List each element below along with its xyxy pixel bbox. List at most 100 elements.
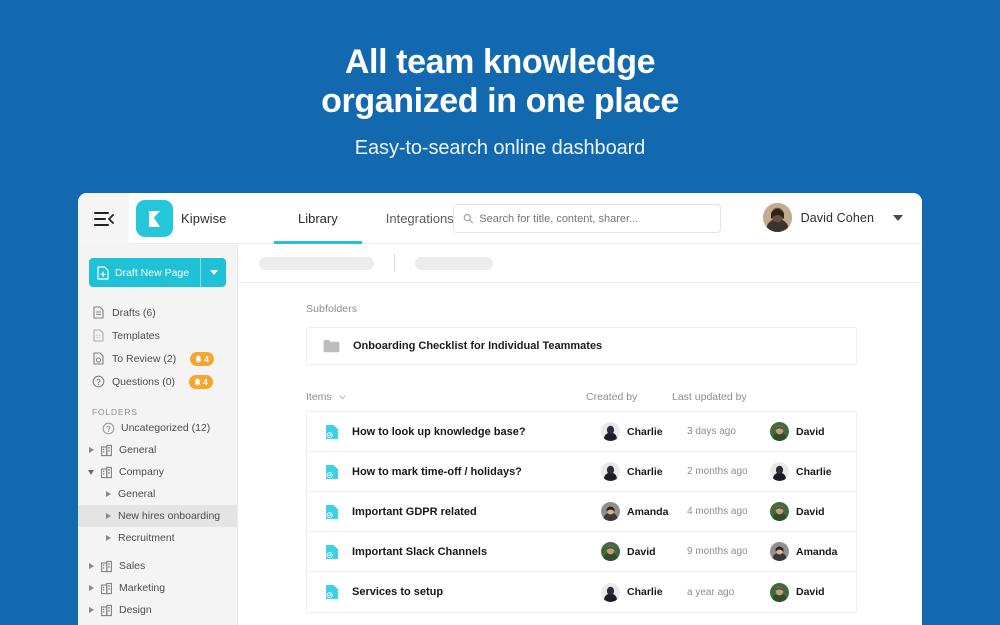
row-title: Important GDPR related (352, 505, 477, 518)
row-updated-by-name: Charlie (796, 465, 832, 478)
row-title: Services to setup (352, 586, 444, 598)
column-items-label: Items (306, 391, 332, 403)
row-created-by: Charlie (601, 582, 687, 602)
sidebar-folder-sales[interactable]: Sales (78, 555, 237, 577)
avatar (762, 203, 792, 232)
table-row[interactable]: Important Slack Channels David 9 months … (307, 532, 856, 572)
sidebar-folder-uncategorized[interactable]: Uncategorized (12) (78, 417, 237, 439)
row-updated-when: 9 months ago (687, 546, 748, 557)
hero-title: All team knowledge organized in one plac… (0, 0, 1000, 121)
kipwise-logo-icon[interactable] (136, 200, 173, 237)
app-topbar: Kipwise Library Integrations Search for … (78, 193, 922, 244)
sidebar-item-drafts[interactable]: Drafts (6) (78, 301, 237, 324)
row-title: How to mark time-off / holidays? (352, 465, 522, 478)
question-circle-icon (102, 422, 115, 434)
hamburger-collapse-icon (94, 211, 114, 226)
column-items[interactable]: Items (306, 391, 586, 403)
tab-library[interactable]: Library (274, 193, 362, 244)
row-created-by: Amanda (601, 502, 687, 521)
avatar (770, 542, 789, 561)
search-icon (463, 214, 473, 224)
subfolders-label: Subfolders (306, 303, 358, 315)
row-updated-by: Amanda (770, 542, 856, 561)
verified-document-icon (326, 504, 338, 519)
avatar (770, 422, 789, 441)
sidebar-item-questions-label: Questions (0) (112, 375, 176, 388)
chevron-down-icon[interactable] (339, 394, 346, 400)
row-created-by-name: Charlie (627, 586, 663, 598)
sidebar-folder-new-hires-onboarding[interactable]: New hires onboarding (78, 505, 237, 527)
review-icon (93, 352, 104, 365)
sidebar-item-to-review[interactable]: To Review (2) 4 (78, 347, 237, 370)
sidebar-folder-label: Sales (119, 560, 146, 572)
content-area: Subfolders Onboarding Checklist for Indi… (238, 283, 922, 613)
avatar (770, 582, 789, 602)
avatar (601, 462, 620, 481)
expand-arrow[interactable] (103, 491, 113, 497)
subfolder-card[interactable]: Onboarding Checklist for Individual Team… (306, 327, 857, 365)
breadcrumb-placeholder-b (415, 256, 493, 270)
question-icon (92, 375, 105, 388)
status-badge-count: 4 (204, 353, 209, 364)
tab-integrations-label: Integrations (385, 211, 454, 226)
expand-arrow[interactable] (86, 607, 96, 613)
sidebar-folder-label: General (119, 444, 157, 456)
row-updated-by: Charlie (770, 462, 856, 481)
avatar (601, 582, 620, 602)
expand-arrow[interactable] (86, 585, 96, 591)
sidebar-item-questions[interactable]: Questions (0) 4 (78, 370, 237, 393)
expand-arrow[interactable] (86, 563, 96, 569)
sidebar-folder-marketing[interactable]: Marketing (78, 577, 237, 599)
sidebar-folder-label: Uncategorized (12) (121, 422, 211, 434)
expand-arrow[interactable] (86, 447, 96, 453)
table-row[interactable]: Services to setup Charlie a year ago Dav… (307, 572, 856, 612)
hero-title-line2: organized in one place (321, 82, 679, 120)
chevron-down-icon[interactable] (893, 214, 903, 221)
app-window: Kipwise Library Integrations Search for … (78, 193, 922, 625)
building-icon (101, 604, 112, 616)
draft-new-page-button[interactable]: Draft New Page (89, 258, 226, 287)
sidebar-item-templates[interactable]: Templates (78, 324, 237, 347)
row-updated-when: a year ago (687, 586, 735, 598)
row-updated-by: David (770, 502, 856, 521)
draft-new-page-dropdown[interactable] (200, 258, 226, 287)
status-badge: 4 (190, 351, 214, 366)
verified-document-icon (326, 424, 338, 439)
avatar (601, 422, 620, 441)
subfolder-name: Onboarding Checklist for Individual Team… (353, 340, 603, 352)
sidebar-folder-recruitment[interactable]: Recruitment (78, 527, 237, 549)
table-row[interactable]: Important GDPR related Amanda 4 months a… (307, 492, 856, 532)
sidebar-item-templates-label: Templates (112, 329, 160, 342)
sidebar-nav: Drafts (6) Templates To Review (2) 4 Que… (78, 301, 237, 393)
expand-arrow[interactable] (103, 535, 113, 541)
sidebar: Draft New Page Drafts (6) Templates To R… (78, 244, 238, 625)
row-created-by: Charlie (601, 462, 687, 481)
sidebar-folder-company-general[interactable]: General (78, 483, 237, 505)
sidebar-folder-company[interactable]: Company (78, 461, 237, 483)
building-icon (101, 560, 112, 572)
column-last-updated-by: Last updated by (672, 391, 747, 403)
user-menu[interactable]: David Cohen (762, 203, 905, 232)
folder-tree: Uncategorized (12) General Company Gener… (78, 417, 237, 621)
user-name: David Cohen (800, 210, 874, 225)
sidebar-folder-general[interactable]: General (78, 439, 237, 461)
template-icon (93, 329, 104, 342)
expand-arrow[interactable] (103, 513, 113, 519)
table-row[interactable]: How to mark time-off / holidays? Charlie… (307, 452, 856, 492)
breadcrumb-divider (394, 254, 395, 272)
sidebar-toggle-button[interactable] (78, 193, 129, 244)
table-row[interactable]: How to look up knowledge base? Charlie 3… (307, 412, 856, 452)
collapse-arrow[interactable] (86, 469, 96, 475)
row-created-by: Charlie (601, 422, 687, 441)
hero-banner: All team knowledge organized in one plac… (0, 0, 1000, 195)
sidebar-folder-design[interactable]: Design (78, 599, 237, 621)
search-input[interactable] (479, 212, 711, 225)
app-body: Draft New Page Drafts (6) Templates To R… (78, 244, 922, 625)
search-box[interactable] (453, 204, 721, 233)
row-title: How to look up knowledge base? (352, 425, 526, 438)
folder-icon (323, 340, 340, 353)
sidebar-folder-label: General (118, 488, 156, 500)
status-badge-count: 4 (203, 376, 208, 387)
column-created-by: Created by (586, 391, 638, 403)
verified-document-icon (326, 464, 338, 479)
